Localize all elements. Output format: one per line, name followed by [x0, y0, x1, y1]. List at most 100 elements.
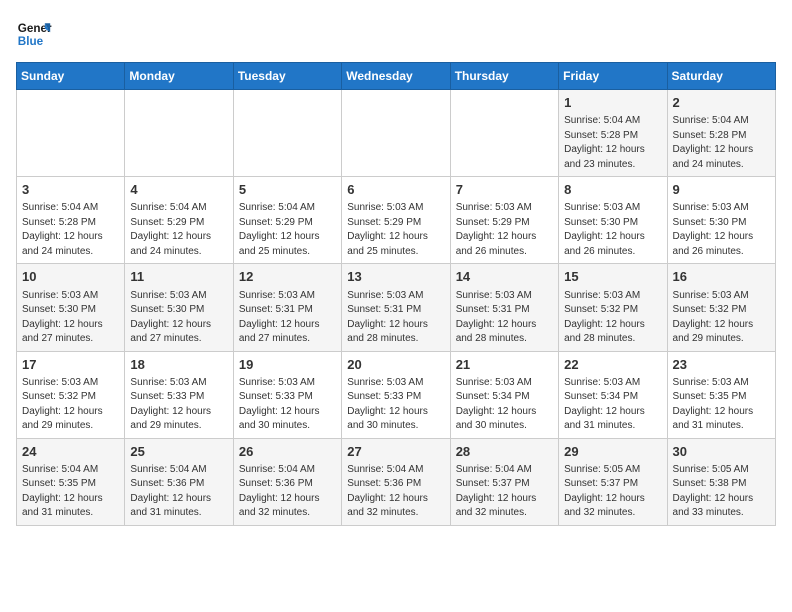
weekday-header: Friday [559, 63, 667, 90]
calendar-cell: 18 Sunrise: 5:03 AMSunset: 5:33 PMDayligh… [125, 351, 233, 438]
calendar-cell: 29Sunrise: 5:05 AMSunset: 5:37 PMDayligh… [559, 438, 667, 525]
day-info: Sunrise: 5:03 AMSunset: 5:30 PMDaylight:… [564, 201, 661, 259]
calendar-cell: 21 Sunrise: 5:03 AMSunset: 5:34 PMDayligh… [450, 351, 558, 438]
day-info: Sunrise: 5:03 AMSunset: 5:32 PMDaylight:… [22, 376, 119, 434]
calendar-cell: 11 Sunrise: 5:03 AMSunset: 5:30 PMDayligh… [125, 264, 233, 351]
day-info: Sunrise: 5:03 AMSunset: 5:29 PMDaylight:… [347, 201, 444, 259]
day-info: Sunrise: 5:03 AMSunset: 5:30 PMDaylight:… [22, 289, 119, 347]
weekday-header: Saturday [667, 63, 775, 90]
day-info: Sunrise: 5:03 AMSunset: 5:33 PMDaylight:… [239, 376, 336, 434]
day-info: Sunrise: 5:03 AMSunset: 5:34 PMDaylight:… [456, 376, 553, 434]
calendar-cell [342, 90, 450, 177]
calendar-cell: 25 Sunrise: 5:04 AMSunset: 5:36 PMDayligh… [125, 438, 233, 525]
day-number: 1 [564, 94, 661, 112]
day-info: Sunrise: 5:04 AMSunset: 5:35 PMDaylight:… [22, 463, 119, 521]
day-info: Sunrise: 5:03 AMSunset: 5:32 PMDaylight:… [564, 289, 661, 347]
calendar-week-row: 3Sunrise: 5:04 AMSunset: 5:28 PMDaylight… [17, 177, 776, 264]
day-info: Sunrise: 5:04 AMSunset: 5:28 PMDaylight:… [673, 114, 770, 172]
calendar-week-row: 1 Sunrise: 5:04 AMSunset: 5:28 PMDaylight… [17, 90, 776, 177]
calendar-cell [233, 90, 341, 177]
day-number: 26 [239, 443, 336, 461]
day-number: 30 [673, 443, 770, 461]
calendar-cell: 17 Sunrise: 5:03 AMSunset: 5:32 PMDayligh… [17, 351, 125, 438]
day-number: 6 [347, 181, 444, 199]
calendar-cell [450, 90, 558, 177]
day-info: Sunrise: 5:04 AMSunset: 5:28 PMDaylight:… [564, 114, 661, 172]
page-header: General Blue [16, 16, 776, 52]
calendar-week-row: 17 Sunrise: 5:03 AMSunset: 5:32 PMDayligh… [17, 351, 776, 438]
day-number: 28 [456, 443, 553, 461]
day-info: Sunrise: 5:03 AMSunset: 5:29 PMDaylight:… [456, 201, 553, 259]
day-number: 25 [130, 443, 227, 461]
day-number: 8 [564, 181, 661, 199]
day-info: Sunrise: 5:04 AMSunset: 5:29 PMDaylight:… [239, 201, 336, 259]
day-number: 7 [456, 181, 553, 199]
day-info: Sunrise: 5:04 AMSunset: 5:37 PMDaylight:… [456, 463, 553, 521]
logo: General Blue [16, 16, 52, 52]
day-number: 17 [22, 356, 119, 374]
day-number: 14 [456, 268, 553, 286]
day-info: Sunrise: 5:03 AMSunset: 5:35 PMDaylight:… [673, 376, 770, 434]
calendar-cell: 28 Sunrise: 5:04 AMSunset: 5:37 PMDayligh… [450, 438, 558, 525]
calendar-cell [125, 90, 233, 177]
day-info: Sunrise: 5:03 AMSunset: 5:31 PMDaylight:… [347, 289, 444, 347]
day-number: 16 [673, 268, 770, 286]
day-number: 15 [564, 268, 661, 286]
calendar-cell: 12Sunrise: 5:03 AMSunset: 5:31 PMDayligh… [233, 264, 341, 351]
logo-icon: General Blue [16, 16, 52, 52]
day-number: 9 [673, 181, 770, 199]
calendar-week-row: 24Sunrise: 5:04 AMSunset: 5:35 PMDayligh… [17, 438, 776, 525]
calendar-cell: 2 Sunrise: 5:04 AMSunset: 5:28 PMDaylight… [667, 90, 775, 177]
calendar-cell: 14 Sunrise: 5:03 AMSunset: 5:31 PMDayligh… [450, 264, 558, 351]
weekday-header: Thursday [450, 63, 558, 90]
day-number: 23 [673, 356, 770, 374]
day-info: Sunrise: 5:03 AMSunset: 5:34 PMDaylight:… [564, 376, 661, 434]
day-info: Sunrise: 5:03 AMSunset: 5:30 PMDaylight:… [130, 289, 227, 347]
calendar-cell: 9 Sunrise: 5:03 AMSunset: 5:30 PMDaylight… [667, 177, 775, 264]
day-number: 11 [130, 268, 227, 286]
calendar-cell: 10 Sunrise: 5:03 AMSunset: 5:30 PMDayligh… [17, 264, 125, 351]
calendar-cell: 7 Sunrise: 5:03 AMSunset: 5:29 PMDaylight… [450, 177, 558, 264]
calendar-cell: 5 Sunrise: 5:04 AMSunset: 5:29 PMDaylight… [233, 177, 341, 264]
day-number: 27 [347, 443, 444, 461]
day-number: 4 [130, 181, 227, 199]
day-number: 20 [347, 356, 444, 374]
day-info: Sunrise: 5:03 AMSunset: 5:33 PMDaylight:… [347, 376, 444, 434]
day-number: 13 [347, 268, 444, 286]
day-info: Sunrise: 5:03 AMSunset: 5:32 PMDaylight:… [673, 289, 770, 347]
calendar-cell: 24Sunrise: 5:04 AMSunset: 5:35 PMDayligh… [17, 438, 125, 525]
day-number: 5 [239, 181, 336, 199]
calendar-header-row: SundayMondayTuesdayWednesdayThursdayFrid… [17, 63, 776, 90]
day-number: 2 [673, 94, 770, 112]
calendar-cell: 3Sunrise: 5:04 AMSunset: 5:28 PMDaylight… [17, 177, 125, 264]
day-info: Sunrise: 5:04 AMSunset: 5:29 PMDaylight:… [130, 201, 227, 259]
day-info: Sunrise: 5:04 AMSunset: 5:36 PMDaylight:… [239, 463, 336, 521]
weekday-header: Sunday [17, 63, 125, 90]
day-info: Sunrise: 5:04 AMSunset: 5:36 PMDaylight:… [347, 463, 444, 521]
day-info: Sunrise: 5:04 AMSunset: 5:36 PMDaylight:… [130, 463, 227, 521]
day-info: Sunrise: 5:03 AMSunset: 5:31 PMDaylight:… [456, 289, 553, 347]
calendar-cell: 19 Sunrise: 5:03 AMSunset: 5:33 PMDayligh… [233, 351, 341, 438]
day-info: Sunrise: 5:03 AMSunset: 5:30 PMDaylight:… [673, 201, 770, 259]
calendar-cell: 27 Sunrise: 5:04 AMSunset: 5:36 PMDayligh… [342, 438, 450, 525]
calendar-cell: 30 Sunrise: 5:05 AMSunset: 5:38 PMDayligh… [667, 438, 775, 525]
day-number: 19 [239, 356, 336, 374]
calendar-cell: 23 Sunrise: 5:03 AMSunset: 5:35 PMDayligh… [667, 351, 775, 438]
calendar-cell: 15 Sunrise: 5:03 AMSunset: 5:32 PMDayligh… [559, 264, 667, 351]
day-number: 10 [22, 268, 119, 286]
calendar-cell: 8 Sunrise: 5:03 AMSunset: 5:30 PMDaylight… [559, 177, 667, 264]
calendar-week-row: 10 Sunrise: 5:03 AMSunset: 5:30 PMDayligh… [17, 264, 776, 351]
day-number: 21 [456, 356, 553, 374]
weekday-header: Monday [125, 63, 233, 90]
day-info: Sunrise: 5:03 AMSunset: 5:33 PMDaylight:… [130, 376, 227, 434]
day-number: 18 [130, 356, 227, 374]
calendar-cell: 6 Sunrise: 5:03 AMSunset: 5:29 PMDaylight… [342, 177, 450, 264]
weekday-header: Tuesday [233, 63, 341, 90]
calendar-cell [17, 90, 125, 177]
calendar-cell: 16 Sunrise: 5:03 AMSunset: 5:32 PMDayligh… [667, 264, 775, 351]
day-info: Sunrise: 5:05 AMSunset: 5:38 PMDaylight:… [673, 463, 770, 521]
calendar-cell: 20 Sunrise: 5:03 AMSunset: 5:33 PMDayligh… [342, 351, 450, 438]
day-number: 12 [239, 268, 336, 286]
calendar-cell: 26 Sunrise: 5:04 AMSunset: 5:36 PMDayligh… [233, 438, 341, 525]
weekday-header: Wednesday [342, 63, 450, 90]
